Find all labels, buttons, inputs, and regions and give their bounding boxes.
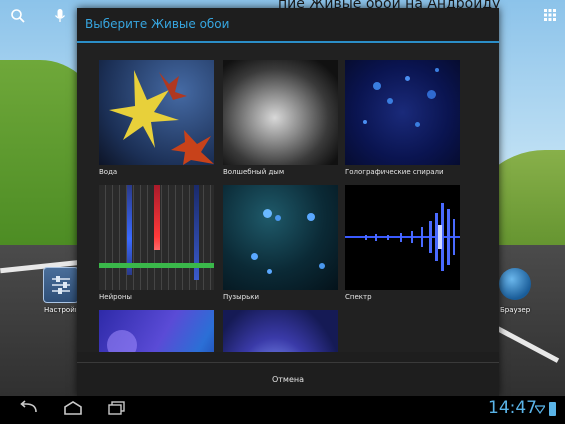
dialog-title: Выберите Живые обои [85,17,230,31]
battery-icon [549,402,556,416]
search-icon[interactable] [8,8,28,28]
wallpaper-grid: Вода Волшебный дым Голографические спира… [77,44,499,352]
spiral-thumbnail [345,60,460,165]
footer-divider [77,362,499,363]
cancel-button[interactable]: Отмена [77,364,499,396]
water-thumbnail [99,60,214,165]
status-clock[interactable]: 14:47 [488,398,537,418]
blue-gradient-thumbnail [99,310,214,352]
light-beam-thumbnail [223,310,338,352]
recent-apps-icon[interactable] [104,400,130,420]
spectrum-thumbnail [345,185,460,290]
wifi-icon [533,404,547,415]
back-icon[interactable] [16,400,42,420]
bubbles-thumbnail [223,185,338,290]
all-apps-icon[interactable] [540,8,560,28]
microphone-icon[interactable] [50,8,70,28]
wallpaper-label: Волшебный дым [223,168,285,176]
smoke-thumbnail [223,60,338,165]
browser-globe-icon[interactable] [499,268,531,300]
settings-app-icon[interactable] [43,267,79,303]
wallpaper-label: Спектр [345,293,372,301]
home-icon[interactable] [60,400,86,420]
neurons-thumbnail [99,185,214,290]
browser-app-label[interactable]: Браузер [500,306,532,314]
wallpaper-label: Нейроны [99,293,132,301]
title-divider [77,41,499,43]
settings-app-label[interactable]: Настройки [44,306,76,314]
wallpaper-label: Вода [99,168,118,176]
wallpaper-label: Пузырьки [223,293,260,301]
wallpaper-label: Голографические спирали [345,168,444,176]
live-wallpaper-dialog: Выберите Живые обои Вода Волшебный дым Г… [77,8,499,396]
system-navigation-bar: 14:47 [0,396,565,424]
